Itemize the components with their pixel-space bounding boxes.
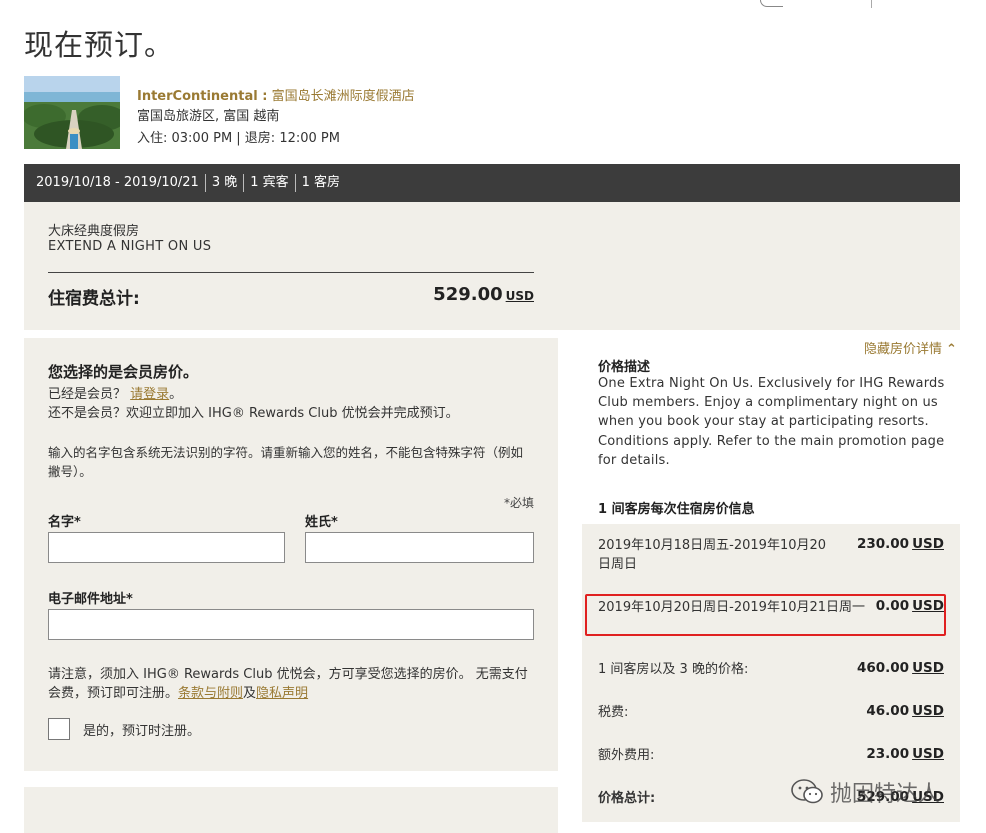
currency-link[interactable]: USD — [912, 660, 944, 676]
required-note: *必填 — [503, 496, 534, 510]
hide-rate-details-label: 隐藏房价详情 — [864, 342, 943, 357]
enroll-checkbox[interactable] — [48, 718, 70, 740]
top-decoration — [760, 0, 783, 7]
room-type: 大床经典度假房 — [48, 224, 140, 239]
highlight-box — [585, 594, 946, 636]
login-suffix: 。 — [169, 387, 183, 402]
summary-rooms: 1 客房 — [301, 175, 341, 190]
rate-row-amount: 230.00 USD — [840, 536, 944, 552]
currency-link[interactable]: USD — [506, 289, 534, 303]
amount-value: 46.00 — [866, 703, 910, 719]
wechat-icon — [791, 779, 823, 804]
rate-row-label: 额外费用: — [598, 748, 655, 763]
first-name-label: 名字* — [48, 515, 81, 530]
watermark-text: 抛因特达人 — [830, 782, 941, 807]
rate-row-label: 2019年10月18日周五-2019年10月20日周日 — [598, 538, 827, 572]
already-member-text: 已经是会员？ — [48, 387, 127, 402]
nightly-rate-title: 1 间客房每次住宿房价信息 — [598, 502, 755, 517]
stay-total-amount: 529.00 USD — [420, 284, 534, 305]
privacy-link[interactable]: 隐私声明 — [256, 686, 308, 701]
chevron-up-icon: ⌃ — [946, 342, 957, 357]
join-prompt: 还不是会员？欢迎立即加入 IHG® Rewards Club 优悦会并完成预订。 — [48, 406, 459, 421]
currency-link[interactable]: USD — [912, 746, 944, 762]
stay-total-label: 住宿费总计: — [48, 289, 140, 309]
top-divider — [871, 0, 872, 8]
terms-link[interactable]: 条款与附则 — [178, 686, 243, 701]
last-name-input[interactable] — [305, 532, 534, 563]
hotel-thumbnail[interactable] — [24, 76, 120, 149]
hotel-checkin-checkout: 入住: 03:00 PM | 退房: 12:00 PM — [137, 131, 340, 146]
hotel-location: 富国岛旅游区, 富国 越南 — [137, 109, 280, 124]
amount-value: 460.00 — [856, 660, 910, 676]
rate-row-amount: 460.00 USD — [840, 660, 944, 676]
hotel-brand: InterContinental : — [137, 89, 268, 104]
room-summary-panel — [24, 202, 960, 330]
enroll-checkbox-label: 是的，预订时注册。 — [83, 724, 201, 739]
page-title: 现在预订。 — [24, 28, 175, 62]
login-link[interactable]: 请登录 — [130, 387, 169, 402]
name-validation-note: 输入的名字包含系统无法识别的字符。请重新输入您的姓名，不能包含特殊字符（例如撇号… — [48, 445, 524, 479]
amount-value: 230.00 — [856, 536, 910, 552]
rate-row-amount: 23.00 USD — [840, 746, 944, 762]
summary-guests: 1 宾客 — [244, 174, 296, 192]
join-note: 请注意，须加入 IHG® Rewards Club 优悦会，方可享受您选择的房价… — [48, 665, 534, 703]
rate-row-label: 1 间客房以及 3 晚的价格: — [598, 662, 749, 677]
room-divider — [48, 272, 534, 273]
hotel-name-link[interactable]: 富国岛长滩洲际度假酒店 — [272, 89, 415, 104]
room-offer: EXTEND A NIGHT ON US — [48, 239, 212, 254]
next-form-panel — [24, 787, 558, 833]
rate-row-amount: 46.00 USD — [840, 703, 944, 719]
member-login-line: 已经是会员？ 请登录。 — [48, 383, 182, 402]
last-name-label: 姓氏* — [305, 515, 338, 530]
watermark: 抛因特达人 — [790, 776, 940, 808]
booking-summary-bar: 2019/10/18 - 2019/10/21 3 晚 1 宾客 1 客房 — [24, 164, 960, 202]
stay-total-value: 529.00 — [433, 284, 503, 305]
first-name-input[interactable] — [48, 532, 285, 563]
currency-link[interactable]: USD — [912, 536, 944, 552]
email-label: 电子邮件地址* — [48, 592, 133, 607]
member-rate-title: 您选择的是会员房价。 — [48, 363, 199, 381]
hide-rate-details-link[interactable]: 隐藏房价详情 ⌃ — [864, 338, 957, 357]
amount-value: 23.00 — [866, 746, 910, 762]
rate-description-text: One Extra Night On Us. Exclusively for I… — [598, 376, 945, 468]
summary-dates: 2019/10/18 - 2019/10/21 — [36, 174, 206, 192]
currency-link[interactable]: USD — [912, 703, 944, 719]
hotel-brand-line: InterContinental : 富国岛长滩洲际度假酒店 — [137, 85, 415, 104]
rate-row-label: 税费: — [598, 705, 629, 720]
and-text: 及 — [243, 686, 257, 701]
rate-description-title: 价格描述 — [598, 360, 651, 375]
email-input[interactable] — [48, 609, 534, 640]
summary-nights: 3 晚 — [206, 174, 245, 192]
